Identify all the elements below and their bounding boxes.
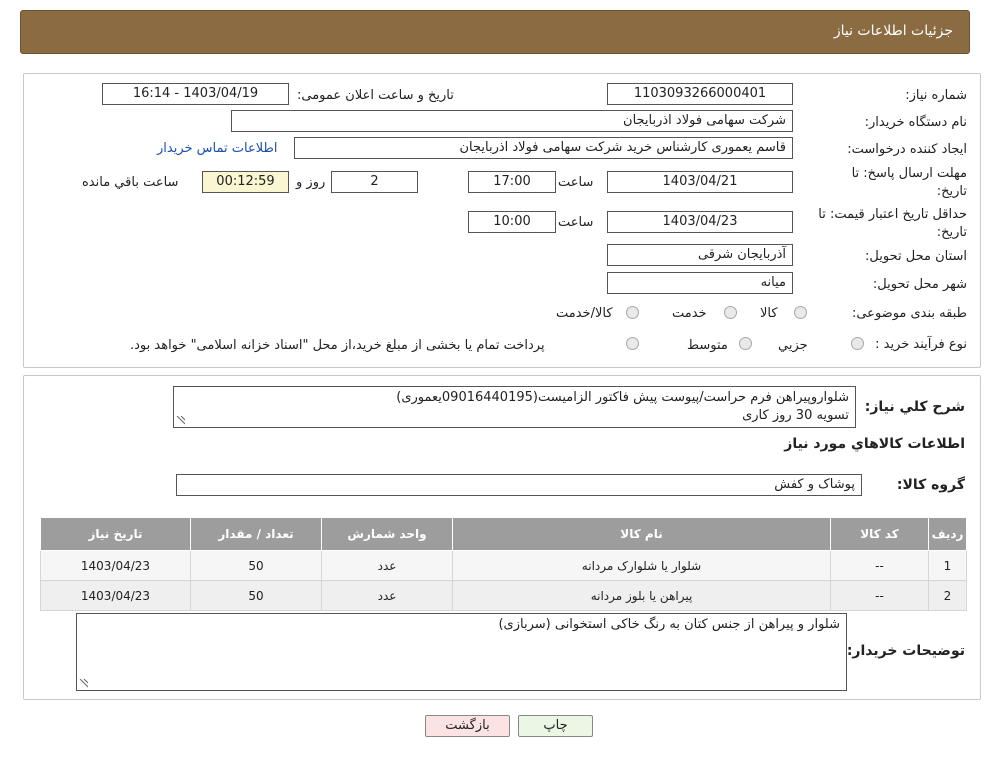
description-textarea[interactable]: شلواروپیراهن فرم حراست/پیوست پیش فاکتور … (173, 386, 856, 428)
creator-field[interactable]: قاسم یعموری کارشناس خرید شرکت سهامی فولا… (294, 137, 793, 159)
page-header: جزئیات اطلاعات نیاز (20, 10, 970, 54)
category-radio-goods-service[interactable] (626, 306, 639, 319)
column-header-item-code: کد کالا (830, 517, 929, 551)
process-radio-treasury[interactable] (626, 337, 639, 350)
cell-unit: عدد (321, 580, 453, 611)
buyer-field[interactable]: شرکت سهامی فولاد اذربایجان (231, 110, 793, 132)
deadline-label: مهلت ارسال پاسخ: تا (851, 166, 967, 181)
validity-time-label: ساعت (558, 215, 594, 230)
province-label: استان محل تحویل: (865, 249, 967, 264)
description-line-2: تسویه 30 روز کاری (742, 408, 849, 423)
page-title: جزئیات اطلاعات نیاز (833, 23, 953, 39)
buyer-label: نام دستگاه خریدار: (864, 115, 967, 130)
process-radio-medium[interactable] (739, 337, 752, 350)
need-number-field[interactable]: 1103093266000401 (607, 83, 793, 105)
deadline-time-label: ساعت (558, 175, 594, 190)
cell-need-date: 1403/04/23 (40, 580, 191, 611)
buyer-notes-text: شلوار و پیراهن از جنس کتان به رنگ خاکی ا… (498, 617, 840, 632)
resize-grip-icon[interactable] (175, 416, 185, 426)
announce-label: تاریخ و ساعت اعلان عمومی: (297, 88, 454, 103)
goods-table-wrapper: رديف کد کالا نام کالا واحد شمارش تعداد /… (40, 517, 967, 611)
validity-date-field[interactable]: 1403/04/23 (607, 211, 793, 233)
remaining-label: ساعت باقي مانده (82, 175, 179, 190)
goods-table: رديف کد کالا نام کالا واحد شمارش تعداد /… (40, 517, 967, 611)
process-option-medium: متوسط (687, 338, 728, 353)
category-option-goods-service: کالا/خدمت (556, 306, 613, 321)
deadline-label-date: تاریخ: (936, 184, 967, 199)
back-button[interactable]: بازگشت (425, 715, 510, 737)
description-label: شرح کلي نياز: (864, 399, 965, 415)
cell-item-name: پیراهن یا بلوز مردانه (452, 580, 831, 611)
cell-quantity: 50 (190, 580, 322, 611)
goods-group-label: گروه کالا: (896, 477, 965, 493)
cell-item-code: -- (830, 550, 929, 581)
days-label: روز و (296, 175, 326, 190)
category-label: طبقه بندی موضوعی: (851, 306, 967, 321)
category-option-service: خدمت (672, 306, 707, 321)
process-radio-minor[interactable] (851, 337, 864, 350)
column-header-need-date: تاريخ نياز (40, 517, 191, 551)
description-line-1: شلواروپیراهن فرم حراست/پیوست پیش فاکتور … (396, 390, 849, 405)
need-number-label: شماره نیاز: (905, 88, 967, 103)
goods-section-title: اطلاعات کالاهاي مورد نياز (784, 436, 965, 452)
cell-row-number: 1 (928, 550, 967, 581)
validity-label: حداقل تاريخ اعتبار قيمت: تا (818, 207, 967, 222)
process-option-minor: جزيي (778, 338, 808, 353)
creator-label: ایجاد کننده درخواست: (847, 142, 967, 157)
buyer-contact-link[interactable]: اطلاعات تماس خریدار (157, 141, 277, 156)
column-header-quantity: تعداد / مقدار (190, 517, 322, 551)
resize-grip-icon[interactable] (78, 679, 88, 689)
column-header-row-number: رديف (928, 517, 967, 551)
cell-item-code: -- (830, 580, 929, 611)
cell-item-name: شلوار یا شلوارک مردانه (452, 550, 831, 581)
days-field[interactable]: 2 (331, 171, 418, 193)
cell-unit: عدد (321, 550, 453, 581)
table-row: 2 -- پیراهن یا بلوز مردانه عدد 50 1403/0… (40, 580, 967, 611)
remaining-time-field: 00:12:59 (202, 171, 289, 193)
cell-quantity: 50 (190, 550, 322, 581)
city-field[interactable]: میانه (607, 272, 793, 294)
process-note: پرداخت تمام یا بخشی از مبلغ خرید،از محل … (130, 338, 545, 353)
buyer-notes-label: توضیحات خریدار: (846, 643, 965, 659)
announce-field[interactable]: 1403/04/19 - 16:14 (102, 83, 289, 105)
column-header-item-name: نام کالا (452, 517, 831, 551)
validity-label-date: تاريخ: (936, 225, 967, 240)
cell-need-date: 1403/04/23 (40, 550, 191, 581)
category-option-goods: کالا (760, 306, 778, 321)
category-radio-goods[interactable] (794, 306, 807, 319)
city-label: شهر محل تحویل: (872, 277, 967, 292)
table-row: 1 -- شلوار یا شلوارک مردانه عدد 50 1403/… (40, 550, 967, 581)
table-header-row: رديف کد کالا نام کالا واحد شمارش تعداد /… (40, 517, 967, 551)
validity-time-field[interactable]: 10:00 (468, 211, 556, 233)
print-button[interactable]: چاپ (518, 715, 593, 737)
deadline-date-field[interactable]: 1403/04/21 (607, 171, 793, 193)
goods-group-field[interactable]: پوشاک و کفش (176, 474, 862, 496)
cell-row-number: 2 (928, 580, 967, 611)
province-field[interactable]: آذربایجان شرقی (607, 244, 793, 266)
buyer-notes-textarea[interactable]: شلوار و پیراهن از جنس کتان به رنگ خاکی ا… (76, 613, 847, 691)
process-label: نوع فرآیند خرید : (875, 337, 967, 352)
category-radio-service[interactable] (724, 306, 737, 319)
column-header-unit: واحد شمارش (321, 517, 453, 551)
deadline-time-field[interactable]: 17:00 (468, 171, 556, 193)
